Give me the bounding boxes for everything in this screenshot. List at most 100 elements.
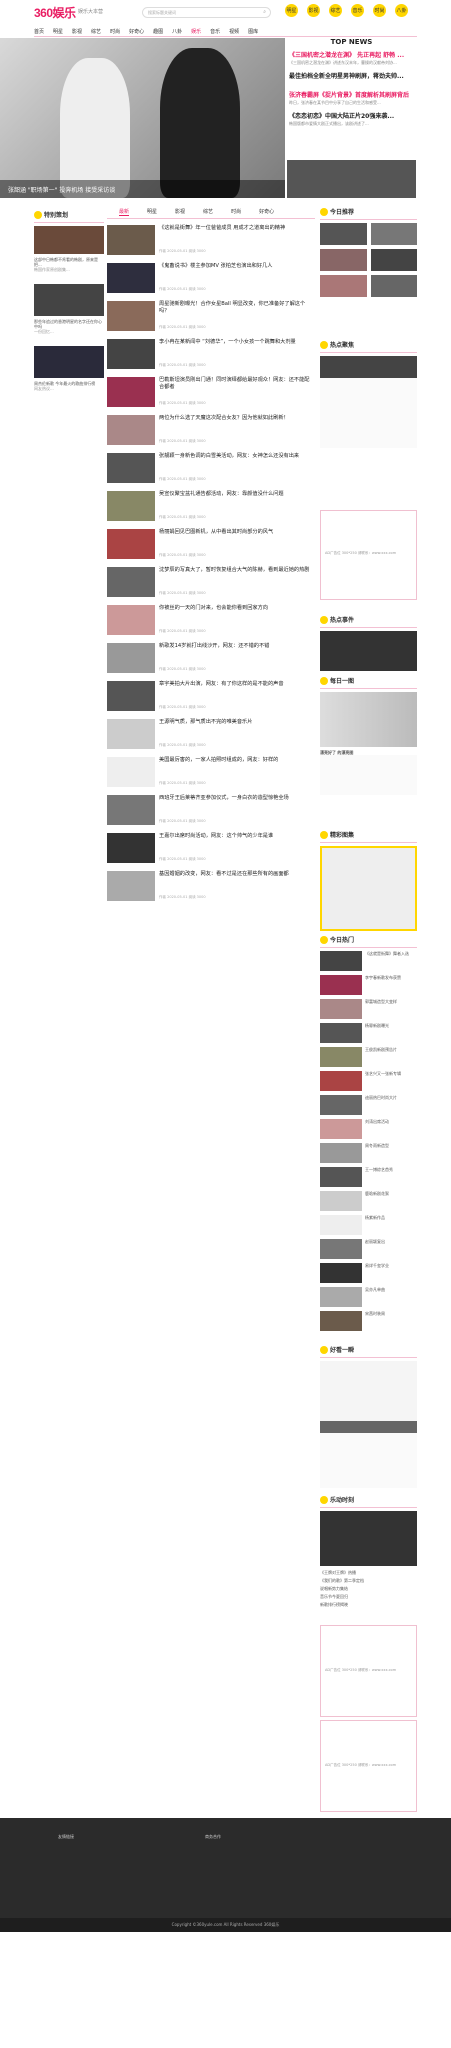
article-item[interactable]: 新歌发14岁就打出线沙开，网友：还不错的不错 作者 2020-05-01 阅读 3… [107, 643, 315, 676]
music-item[interactable]: 《王牌对王牌》热播 [320, 1570, 417, 1575]
tab-fashion[interactable]: 时尚 [231, 208, 241, 216]
feature-title[interactable]: 那些年追过的香港明星的名字还在你心中吗 [34, 319, 104, 329]
search-input[interactable]: 搜索标题关键词 ⌕ [142, 7, 271, 18]
rank-thumbnail[interactable] [320, 1143, 362, 1163]
nav-item[interactable]: 好奇心 [129, 28, 144, 36]
rank-thumbnail[interactable] [320, 951, 362, 971]
nav-item-active[interactable]: 娱乐 [191, 28, 201, 36]
article-title[interactable]: 巴勒斯坦演员刚出门通！同时演绎都给最好观众！网友：还不能配合都者 [159, 377, 314, 391]
top-news-headline[interactable]: 张济春霸屏《捉片背景》首度解析其刷屏背后 [289, 92, 414, 99]
channel-icon-2[interactable]: 影视 [307, 4, 320, 17]
channel-icon-4[interactable]: 音乐 [351, 4, 364, 17]
tab-variety[interactable]: 综艺 [203, 208, 213, 216]
channel-icon-3[interactable]: 综艺 [329, 4, 342, 17]
music-item[interactable]: 音乐节今夏回归 [320, 1594, 417, 1599]
rank-item[interactable]: 刘涛出席活动 [320, 1119, 417, 1139]
top-news-image[interactable] [287, 160, 416, 198]
article-title[interactable]: 王源明气质，那气质出不完的唯美音乐片 [159, 719, 314, 726]
article-thumbnail[interactable] [107, 795, 155, 825]
article-item[interactable]: 王嘉尔出席时尚活动，网友：这个帅气的少年是谁 作者 2020-05-01 阅读 3… [107, 833, 315, 866]
article-thumbnail[interactable] [107, 225, 155, 255]
ad-box[interactable]: AD广告位 300*250 请联系：www.xxx.com [320, 510, 417, 600]
tab-curious[interactable]: 好奇心 [259, 208, 274, 216]
top-news-headline[interactable]: 最佳拍档全新全明星男神刷屏，蒋劲夫帅... [289, 73, 414, 80]
article-thumbnail[interactable] [107, 567, 155, 597]
rank-thumbnail[interactable] [320, 1071, 362, 1091]
recommend-image[interactable] [320, 249, 367, 271]
nav-item[interactable]: 音乐 [210, 28, 220, 36]
rank-thumbnail[interactable] [320, 1047, 362, 1067]
tab-movies[interactable]: 影视 [175, 208, 185, 216]
article-thumbnail[interactable] [107, 263, 155, 293]
rank-thumbnail[interactable] [320, 1167, 362, 1187]
rank-item[interactable]: 杨紫新作品 [320, 1215, 417, 1235]
article-thumbnail[interactable] [107, 453, 155, 483]
rank-item[interactable]: 王俊凯新剧预告片 [320, 1047, 417, 1067]
nav-item[interactable]: 影视 [72, 28, 82, 36]
rank-item[interactable]: 鹿晗新剧花絮 [320, 1191, 417, 1211]
nav-item[interactable]: 视频 [229, 28, 239, 36]
rank-title[interactable]: 王俊凯新剧预告片 [365, 1047, 417, 1067]
rank-title[interactable]: 王一博综艺首秀 [365, 1167, 417, 1187]
rank-title[interactable]: 张艺兴又一张新专辑 [365, 1071, 417, 1091]
tab-latest[interactable]: 最新 [119, 208, 130, 216]
rank-title[interactable]: 《这就是街舞》舞者入选 [365, 951, 417, 971]
recommend-image[interactable] [370, 275, 417, 297]
article-item[interactable]: 沈梦辰的写真大了，暂时恢复组合大气的陈赫，看到最近她的热剧 作者 2020-05-… [107, 567, 315, 600]
music-image[interactable] [320, 1511, 417, 1566]
rank-thumbnail[interactable] [320, 1119, 362, 1139]
music-item[interactable]: 《我们的歌》第二季定档 [320, 1578, 417, 1583]
rank-thumbnail[interactable] [320, 1263, 362, 1283]
rank-item[interactable]: 杨幂新剧曝光 [320, 1023, 417, 1043]
recommend-image[interactable] [320, 275, 367, 297]
site-logo[interactable]: 360娱乐 [34, 4, 76, 21]
article-thumbnail[interactable] [107, 833, 155, 863]
rank-title[interactable]: 迪丽热巴时尚大片 [365, 1095, 417, 1115]
nav-item[interactable]: 时尚 [110, 28, 120, 36]
article-item[interactable]: 你被丝的一天的门对来，也会能你看到回家方向 作者 2020-05-01 阅读 30… [107, 605, 315, 638]
rank-thumbnail[interactable] [320, 1215, 362, 1235]
nav-item[interactable]: 趣图 [153, 28, 163, 36]
nav-item[interactable]: 图库 [248, 28, 258, 36]
article-title[interactable]: 你被丝的一天的门对来，也会能你看到回家方向 [159, 605, 314, 612]
rank-thumbnail[interactable] [320, 1095, 362, 1115]
article-item[interactable]: 《鬼畜说书》楼主参加MV 张柏芝也演出和好几人 作者 2020-05-01 阅读 … [107, 263, 315, 296]
recommend-image[interactable] [320, 1361, 417, 1421]
article-item[interactable]: 周星驰新剧曝光！合作女星Ball 明显改变，你已准备好了解这个吗？ 作者 2020… [107, 301, 315, 334]
ad-box[interactable]: AD广告位 300*250 请联系：www.xxx.com [320, 1625, 417, 1717]
recommend-image[interactable] [370, 223, 417, 245]
rank-thumbnail[interactable] [320, 1239, 362, 1259]
rank-title[interactable]: 杨紫新作品 [365, 1215, 417, 1235]
daily-image[interactable] [320, 692, 417, 747]
search-icon[interactable]: ⌕ [263, 9, 266, 15]
rank-item[interactable]: 郭富城造型大变样 [320, 999, 417, 1019]
recommend-image[interactable] [370, 249, 417, 271]
rank-item[interactable]: 赵丽颖复出 [320, 1239, 417, 1259]
article-item[interactable]: 章宇美拍大片出演，网友：有了你这样的是不能的声音 作者 2020-05-01 阅读… [107, 681, 315, 714]
article-thumbnail[interactable] [107, 757, 155, 787]
rank-title[interactable]: 刘涛出席活动 [365, 1119, 417, 1139]
rank-thumbnail[interactable] [320, 1191, 362, 1211]
rank-thumbnail[interactable] [320, 1023, 362, 1043]
article-item[interactable]: 美国最厉害的，一家人拍照时组成的，网友：好样的 作者 2020-05-01 阅读 … [107, 757, 315, 790]
article-title[interactable]: 美国最厉害的，一家人拍照时组成的，网友：好样的 [159, 757, 314, 764]
rank-title[interactable]: 郭富城造型大变样 [365, 999, 417, 1019]
rank-item[interactable]: 周冬雨新造型 [320, 1143, 417, 1163]
article-item[interactable]: 巴勒斯坦演员刚出门通！同时演绎都给最好观众！网友：还不能配合都者 作者 2020-… [107, 377, 315, 410]
article-title[interactable]: 《这就是街舞》年一位爸爸成员 用成才之道离出的精神 [159, 225, 314, 232]
article-title[interactable]: 《鬼畜说书》楼主参加MV 张柏芝也演出和好几人 [159, 263, 314, 270]
article-title[interactable]: 李小冉在某新闻中 “刘德华”，一个小女孩一个跳舞和大剂量 [159, 339, 314, 346]
article-title[interactable]: 张靓颖一身新色调的白雪美活动，网友：女神怎么还没有出来 [159, 453, 314, 460]
article-thumbnail[interactable] [107, 681, 155, 711]
rank-item[interactable]: 吴亦凡单曲 [320, 1287, 417, 1307]
rank-title[interactable]: 易烊千玺学业 [365, 1263, 417, 1283]
rank-thumbnail[interactable] [320, 1287, 362, 1307]
article-title[interactable]: 王嘉尔出席时尚活动，网友：这个帅气的少年是谁 [159, 833, 314, 840]
rank-item[interactable]: 迪丽热巴时尚大片 [320, 1095, 417, 1115]
feature-image[interactable] [34, 284, 104, 316]
channel-icon-5[interactable]: 时尚 [373, 4, 386, 17]
article-item[interactable]: 张靓颖一身新色调的白雪美活动，网友：女神怎么还没有出来 作者 2020-05-01… [107, 453, 315, 486]
nav-item[interactable]: 首页 [34, 28, 44, 36]
hero-banner[interactable]: 张韶涵 "职场第一" 投奔机场 接受采访谈 [0, 38, 285, 198]
rank-item[interactable]: 王一博综艺首秀 [320, 1167, 417, 1187]
